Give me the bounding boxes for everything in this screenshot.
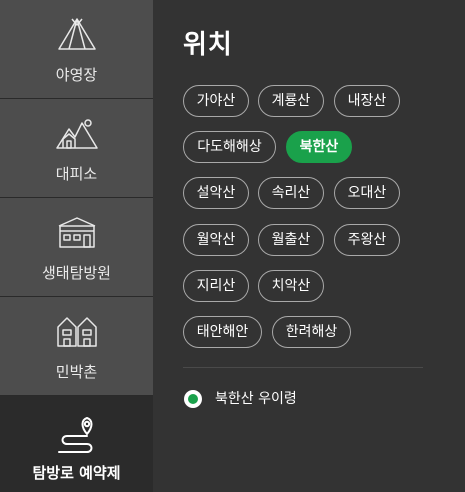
location-chip[interactable]: 속리산 <box>258 177 324 209</box>
eco-center-icon <box>0 212 153 252</box>
location-chip[interactable]: 가야산 <box>183 85 249 117</box>
location-chip[interactable]: 내장산 <box>334 85 400 117</box>
sidebar-item-guesthouse[interactable]: 민박촌 <box>0 297 153 396</box>
location-chip[interactable]: 설악산 <box>183 177 249 209</box>
trail-map-pin-icon <box>0 414 153 454</box>
location-chip-selected[interactable]: 북한산 <box>286 131 352 163</box>
location-chip[interactable]: 계룡산 <box>258 85 324 117</box>
sidebar-item-label: 탐방로 예약제 <box>32 464 121 482</box>
trail-option-label[interactable]: 북한산 우이령 <box>215 388 297 408</box>
location-chip[interactable]: 월악산 <box>183 224 249 256</box>
location-chip[interactable]: 한려해상 <box>272 316 351 348</box>
location-chip[interactable]: 치악산 <box>258 270 324 302</box>
trail-radio-button[interactable] <box>184 390 202 408</box>
sidebar: 야영장 대피소 생태탐방원 민박촌 탐방로 예약제 <box>0 0 153 492</box>
location-chip[interactable]: 오대산 <box>334 177 400 209</box>
app: 야영장 대피소 생태탐방원 민박촌 탐방로 예약제 위치 가야산 계룡산 내장산… <box>0 0 465 492</box>
location-panel: 위치 가야산 계룡산 내장산 다도해해상 북한산 설악산 속리산 오대산 월악산… <box>153 0 465 492</box>
guesthouse-icon <box>0 311 153 351</box>
sidebar-item-label: 대피소 <box>55 165 98 183</box>
page-title: 위치 <box>183 30 233 60</box>
location-chip[interactable]: 주왕산 <box>334 224 400 256</box>
location-chip[interactable]: 월출산 <box>258 224 324 256</box>
location-chip[interactable]: 태안해안 <box>183 316 262 348</box>
location-chip[interactable]: 지리산 <box>183 270 249 302</box>
sidebar-item-label: 민박촌 <box>55 363 98 381</box>
sidebar-item-shelter[interactable]: 대피소 <box>0 99 153 198</box>
tent-icon <box>0 14 153 54</box>
sidebar-item-eco-center[interactable]: 생태탐방원 <box>0 198 153 297</box>
sidebar-item-trail-reservation[interactable]: 탐방로 예약제 <box>0 396 153 492</box>
section-divider <box>183 367 423 368</box>
shelter-icon <box>0 113 153 153</box>
sidebar-item-label: 야영장 <box>55 66 98 84</box>
sidebar-item-campground[interactable]: 야영장 <box>0 0 153 99</box>
sidebar-item-label: 생태탐방원 <box>41 264 111 282</box>
location-chip[interactable]: 다도해해상 <box>183 131 276 163</box>
